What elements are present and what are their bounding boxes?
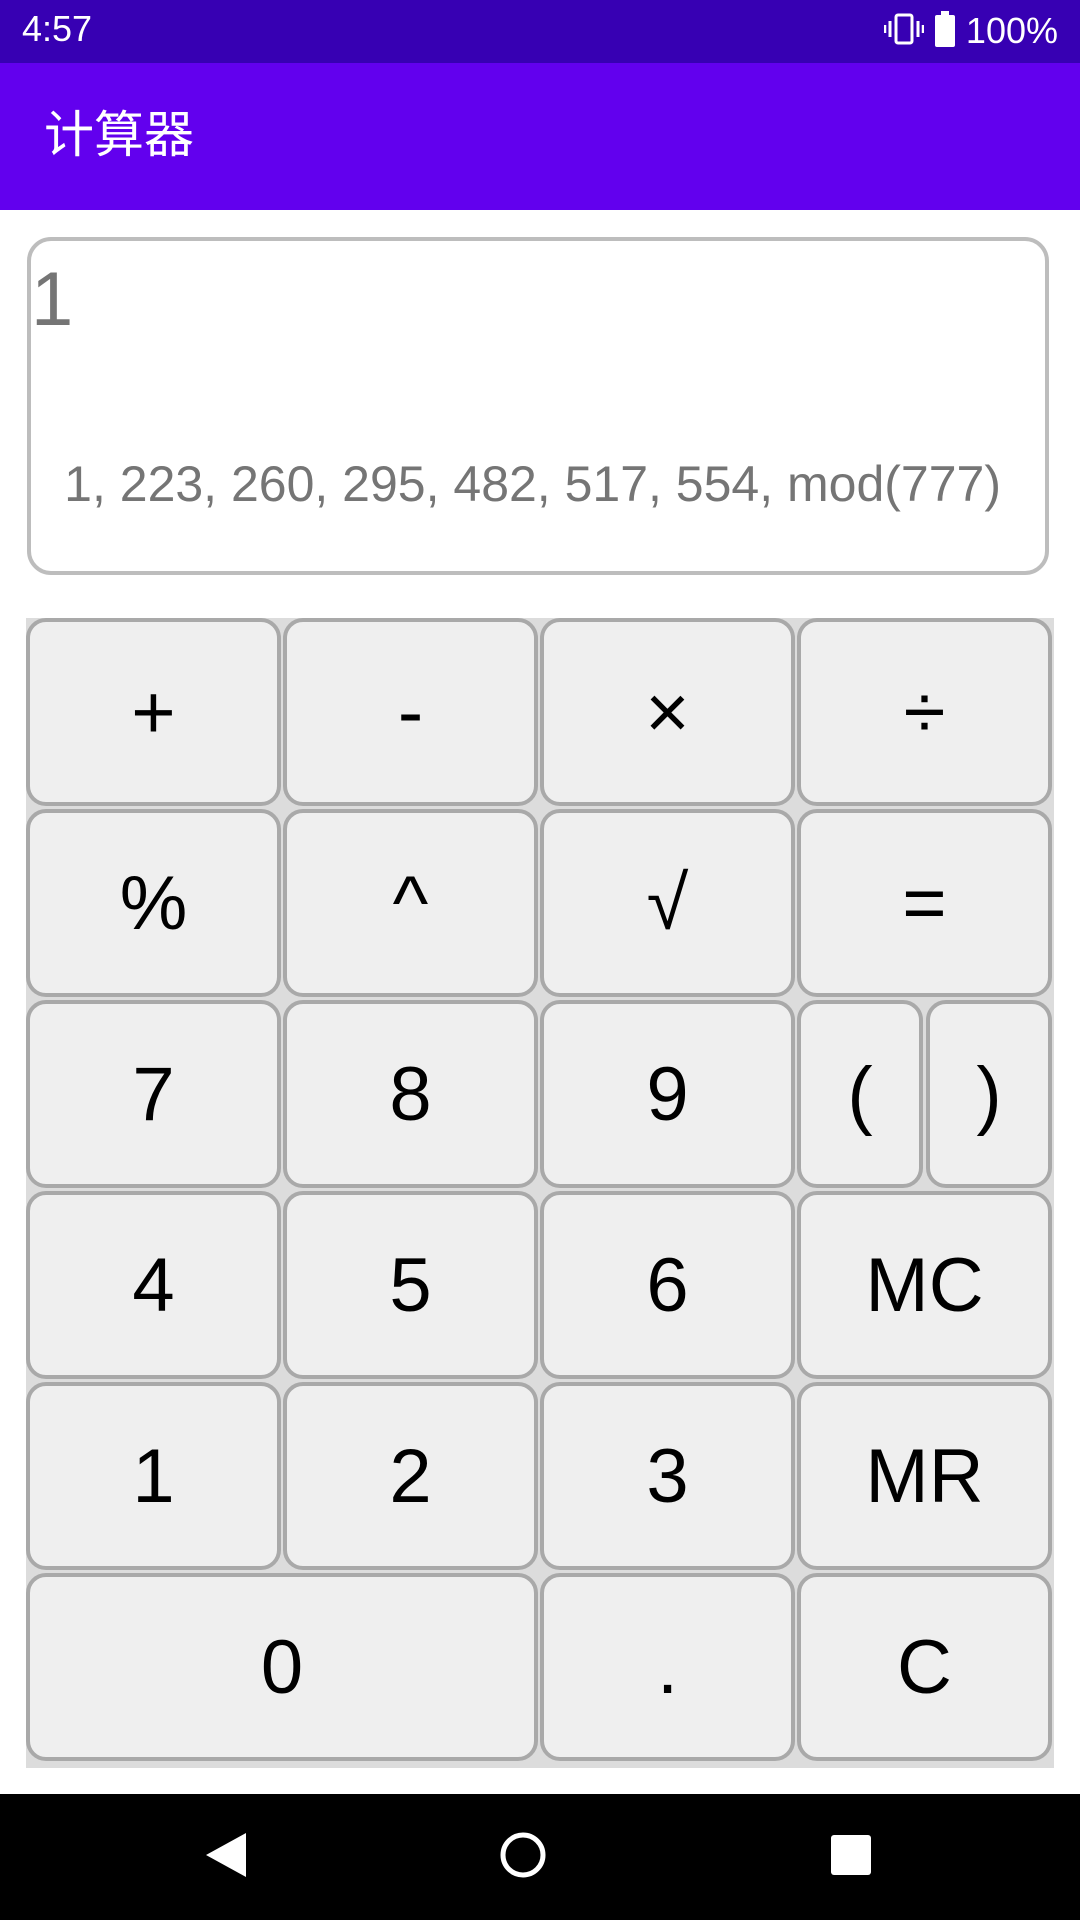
digit-0-button[interactable]: 0 [26,1573,538,1761]
decimal-button[interactable]: . [540,1573,795,1761]
digit-9-button[interactable]: 9 [540,1000,795,1188]
keypad: + - × ÷ % ^ √ = 7 8 9 ( ) 4 5 6 MC 1 2 3… [26,618,1054,1768]
minus-button[interactable]: - [283,618,538,806]
digit-1-button[interactable]: 1 [26,1382,281,1570]
digit-3-button[interactable]: 3 [540,1382,795,1570]
status-time: 4:57 [22,8,93,49]
battery-icon [934,11,956,51]
app-bar: 计算器 [0,63,1080,210]
multiply-button[interactable]: × [540,618,795,806]
sqrt-button[interactable]: √ [540,809,795,997]
history-text: 1, 223, 260, 295, 482, 517, 554, mod(777… [64,456,1001,512]
home-icon [498,1830,548,1884]
calculator-display: 1 1, 223, 260, 295, 482, 517, 554, mod(7… [27,237,1049,575]
recents-button[interactable] [771,1794,931,1920]
home-button[interactable] [443,1794,603,1920]
digit-8-button[interactable]: 8 [283,1000,538,1188]
digit-7-button[interactable]: 7 [26,1000,281,1188]
power-button[interactable]: ^ [283,809,538,997]
battery-percentage: 100% [965,10,1058,51]
digit-5-button[interactable]: 5 [283,1191,538,1379]
vibrate-icon [883,12,925,50]
percent-button[interactable]: % [26,809,281,997]
digit-2-button[interactable]: 2 [283,1382,538,1570]
expression-text: 1 [31,257,74,342]
status-bar: 4:57 100% [0,0,1080,63]
plus-button[interactable]: + [26,618,281,806]
memory-clear-button[interactable]: MC [797,1191,1052,1379]
digit-6-button[interactable]: 6 [540,1191,795,1379]
recents-icon [830,1834,872,1880]
close-paren-button[interactable]: ) [926,1000,1052,1188]
digit-4-button[interactable]: 4 [26,1191,281,1379]
clear-button[interactable]: C [797,1573,1052,1761]
equals-button[interactable]: = [797,809,1052,997]
memory-recall-button[interactable]: MR [797,1382,1052,1570]
app-title: 计算器 [44,106,194,164]
back-icon [204,1831,248,1883]
open-paren-button[interactable]: ( [797,1000,923,1188]
navigation-bar [0,1794,1080,1920]
divide-button[interactable]: ÷ [797,618,1052,806]
back-button[interactable] [146,1794,306,1920]
status-icons: 100% [883,8,1058,54]
